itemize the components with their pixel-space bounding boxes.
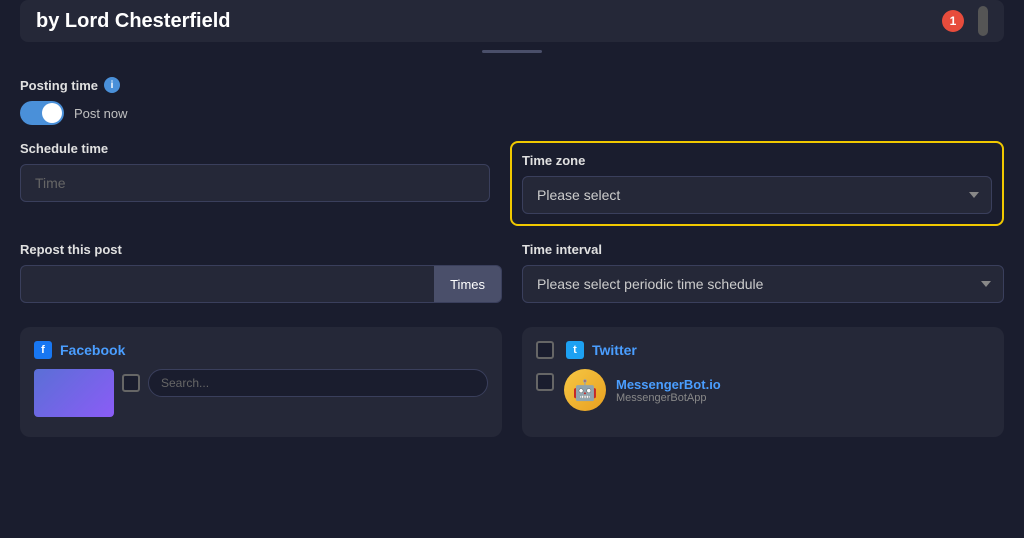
facebook-search-row [122, 369, 488, 397]
social-cards-row: f Facebook t Twitter [20, 327, 1004, 437]
times-button[interactable]: Times [434, 265, 502, 303]
time-interval-group: Time interval Please select periodic tim… [522, 242, 1004, 303]
top-card-title: by Lord Chesterfield [36, 10, 230, 33]
post-now-toggle[interactable] [20, 101, 64, 125]
twitter-card-title: Twitter [592, 342, 637, 358]
twitter-account-info: MessengerBot.io MessengerBotApp [616, 377, 721, 404]
post-now-row: Post now [20, 101, 1004, 125]
schedule-time-group: Schedule time [20, 141, 490, 226]
facebook-checkbox[interactable] [122, 374, 140, 392]
twitter-card: t Twitter 🤖 MessengerBot.io MessengerBot… [522, 327, 1004, 437]
timezone-label: Time zone [522, 153, 992, 168]
timezone-select[interactable]: Please select UTC America/New_York Ameri… [522, 176, 992, 214]
repost-label: Repost this post [20, 242, 502, 257]
schedule-time-label: Schedule time [20, 141, 490, 156]
main-content: Posting time i Post now Schedule time Ti… [0, 61, 1024, 453]
posting-time-label: Posting time i [20, 77, 1004, 93]
scrollbar-indicator[interactable] [978, 6, 988, 36]
time-interval-select[interactable]: Please select periodic time schedule Eve… [522, 265, 1004, 303]
page-container: by Lord Chesterfield 1 Posting time i Po… [0, 0, 1024, 538]
repost-interval-row: Repost this post Times Time interval Ple… [20, 242, 1004, 303]
post-now-label: Post now [74, 106, 127, 121]
twitter-card-body: 🤖 MessengerBot.io MessengerBotApp [536, 369, 990, 411]
facebook-card: f Facebook [20, 327, 502, 437]
repost-group: Repost this post Times [20, 242, 502, 303]
repost-input[interactable] [20, 265, 434, 303]
notification-badge: 1 [942, 10, 964, 32]
top-card: by Lord Chesterfield 1 [20, 0, 1004, 42]
twitter-checkbox-col [536, 369, 554, 391]
time-interval-label: Time interval [522, 242, 1004, 257]
facebook-icon: f [34, 341, 52, 359]
facebook-card-body [34, 369, 488, 417]
schedule-timezone-row: Schedule time Time zone Please select UT… [20, 141, 1004, 226]
facebook-avatar [34, 369, 114, 417]
posting-time-info-icon[interactable]: i [104, 77, 120, 93]
twitter-avatar: 🤖 [564, 369, 606, 411]
twitter-account-checkbox[interactable] [536, 373, 554, 391]
card-separator [482, 50, 542, 53]
twitter-account-handle: MessengerBotApp [616, 392, 721, 404]
facebook-card-header: f Facebook [34, 341, 488, 359]
facebook-search-input[interactable] [148, 369, 488, 397]
twitter-icon: t [566, 341, 584, 359]
twitter-account-row: 🤖 MessengerBot.io MessengerBotApp [564, 369, 721, 411]
facebook-card-title: Facebook [60, 342, 125, 358]
twitter-account-name: MessengerBot.io [616, 377, 721, 392]
schedule-time-input[interactable] [20, 164, 490, 202]
repost-input-row: Times [20, 265, 502, 303]
timezone-group: Time zone Please select UTC America/New_… [510, 141, 1004, 226]
twitter-card-header: t Twitter [536, 341, 990, 359]
posting-time-section: Posting time i Post now [20, 77, 1004, 125]
twitter-header-checkbox[interactable] [536, 341, 554, 359]
